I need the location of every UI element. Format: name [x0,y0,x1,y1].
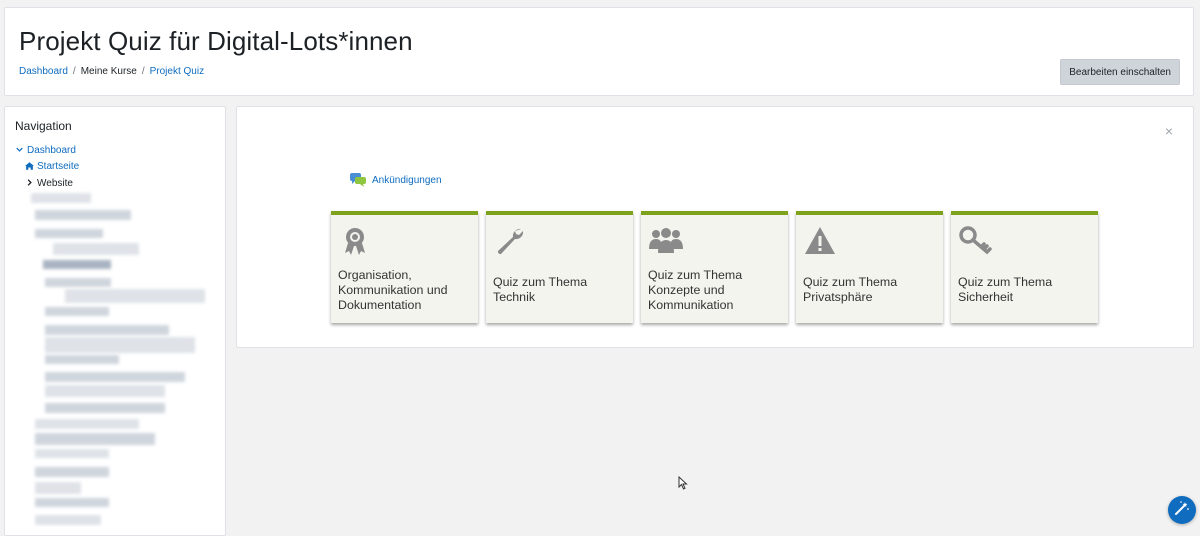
tile-label: Organisation, Kommunikation und Dokument… [338,267,448,312]
tile-konzepte[interactable]: Quiz zum Thema Konzepte und Kommunikatio… [641,211,788,323]
chevron-right-icon [25,179,33,188]
breadcrumb: Dashboard / Meine Kurse / Projekt Quiz [19,66,204,77]
award-icon [339,225,371,257]
navigation-title: Navigation [15,119,72,133]
key-icon [959,225,992,257]
breadcrumb-my-courses: Meine Kurse [80,66,137,77]
home-icon [25,161,34,172]
breadcrumb-separator: / [72,66,76,77]
announcements-label[interactable]: Ankündigungen [372,175,442,186]
navigation-block: Navigation Dashboard Startseite Website [4,106,226,536]
mouse-cursor-icon [678,475,688,495]
course-content: × Ankündigungen Organisation, Kommunikat… [236,106,1194,348]
tile-label: Quiz zum Thema Sicherheit [958,275,1053,304]
breadcrumb-project-quiz[interactable]: Projekt Quiz [150,66,204,77]
forum-icon [350,173,366,187]
nav-item-website-label: Website [37,178,73,189]
close-icon[interactable]: × [1165,123,1173,139]
nav-item-startseite[interactable]: Startseite [25,161,79,172]
edit-mode-button[interactable]: Bearbeiten einschalten [1060,59,1180,85]
nav-item-startseite-label[interactable]: Startseite [37,161,79,172]
magic-wand-icon [1174,500,1190,521]
announcements-link[interactable]: Ankündigungen [350,173,442,187]
breadcrumb-separator: / [141,66,145,77]
tile-label: Quiz zum Thema Technik [493,275,588,304]
tile-label: Quiz zum Thema Privatsphäre [803,275,898,304]
nav-item-dashboard-label[interactable]: Dashboard [27,145,76,156]
wrench-icon [494,225,526,257]
warning-icon [804,225,836,257]
tile-sicherheit[interactable]: Quiz zum Thema Sicherheit [951,211,1098,323]
nav-item-website[interactable]: Website [25,178,73,189]
chevron-down-icon [15,146,23,155]
users-icon [649,225,683,257]
topic-tiles: Organisation, Kommunikation und Dokument… [331,211,1098,323]
tile-organisation[interactable]: Organisation, Kommunikation und Dokument… [331,211,478,323]
tile-label: Quiz zum Thema Konzepte und Kommunikatio… [648,267,743,312]
page-header: Projekt Quiz für Digital-Lots*innen Dash… [4,7,1194,96]
tile-technik[interactable]: Quiz zum Thema Technik [486,211,633,323]
help-magic-wand-button[interactable] [1168,496,1196,524]
tile-privatsphaere[interactable]: Quiz zum Thema Privatsphäre [796,211,943,323]
breadcrumb-dashboard[interactable]: Dashboard [19,66,68,77]
nav-item-dashboard[interactable]: Dashboard [15,145,76,156]
page-title: Projekt Quiz für Digital-Lots*innen [19,26,413,56]
